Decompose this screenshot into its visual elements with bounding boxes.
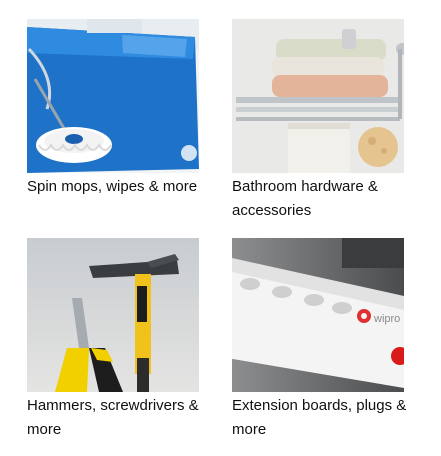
category-label[interactable]: Bathroom hardware & accessories bbox=[232, 175, 407, 223]
category-label[interactable]: Spin mops, wipes & more bbox=[27, 175, 202, 199]
hammer-pliers-image[interactable] bbox=[27, 238, 199, 392]
category-card-hammers[interactable]: Hammers, screwdrivers & more bbox=[27, 238, 199, 442]
category-label[interactable]: Extension boards, plugs & more bbox=[232, 394, 407, 442]
category-card-extension-boards[interactable]: wipro Extension boards, plugs & more bbox=[232, 238, 407, 442]
towel-rack-image[interactable] bbox=[232, 19, 404, 173]
svg-text:wipro: wipro bbox=[373, 313, 400, 325]
category-card-spin-mops[interactable]: Spin mops, wipes & more bbox=[27, 19, 199, 199]
category-label[interactable]: Hammers, screwdrivers & more bbox=[27, 394, 202, 442]
category-card-bathroom-hardware[interactable]: Bathroom hardware & accessories bbox=[232, 19, 404, 223]
category-grid: Spin mops, wipes & more Bathroom hardwar… bbox=[0, 0, 441, 456]
spin-mop-bucket-image[interactable] bbox=[27, 19, 199, 173]
extension-board-image[interactable]: wipro bbox=[232, 238, 404, 392]
